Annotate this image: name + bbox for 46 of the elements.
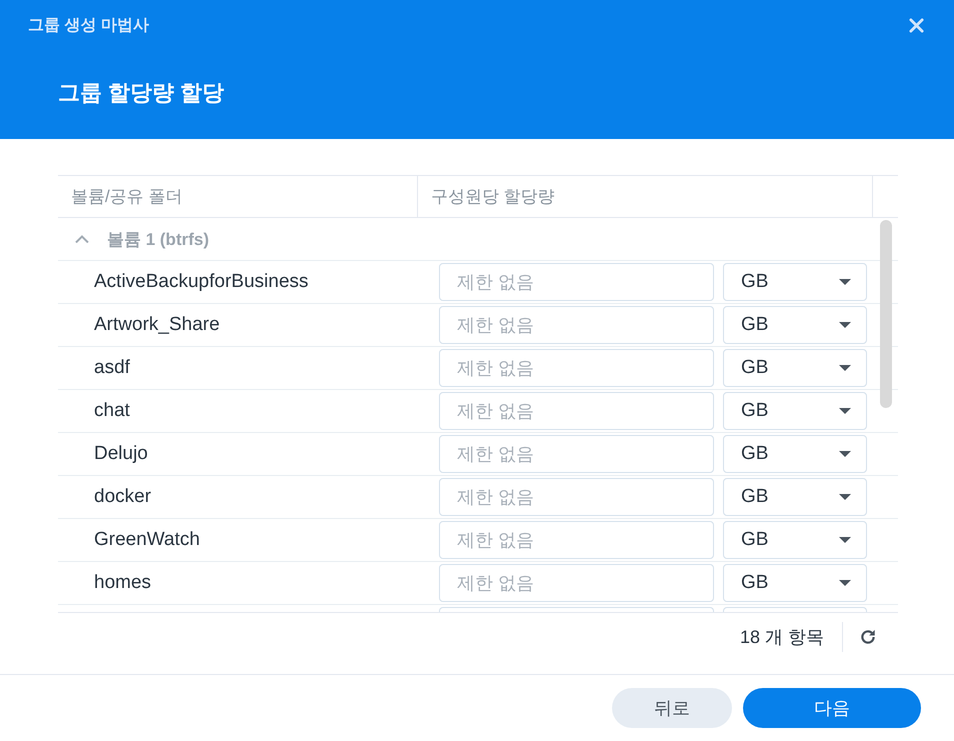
caret-icon [839,365,851,371]
window-title: 그룹 생성 마법사 [28,16,149,36]
chevron-icon[interactable] [75,235,89,243]
quota-input[interactable]: 제한 없음 [439,564,714,602]
caret-icon [839,322,851,328]
shared-folder-name: asdf [93,357,131,379]
column-header: 구성원당 할당량 [431,186,555,208]
page-heading: 그룹 할당량 할당 [57,79,226,107]
column-header: 볼륨/공유 폴더 [71,186,182,208]
caret-icon [839,494,851,500]
shared-folder-name: GreenWatch [93,529,201,551]
unit-select[interactable]: GB [723,306,867,344]
quota-input[interactable]: 제한 없음 [439,478,714,516]
unit-select[interactable] [723,607,867,612]
shared-folder-name: chat [93,400,131,422]
caret-icon [839,537,851,543]
shared-folder-name: homes [93,572,152,594]
unit-select[interactable]: GB [723,349,867,387]
quota-input[interactable]: 제한 없음 [439,263,714,301]
unit-select[interactable]: GB [723,564,867,602]
quota-input[interactable]: 제한 없음 [439,306,714,344]
quota-input[interactable] [439,607,714,612]
caret-icon [839,451,851,457]
quota-input[interactable]: 제한 없음 [439,435,714,473]
volume-group-label: 볼륨 1 (btrfs) [107,228,209,250]
shared-folder-name: ActiveBackupforBusiness [93,271,310,293]
item-count: 18 개 항목 [740,626,824,649]
quota-input[interactable]: 제한 없음 [439,392,714,430]
unit-select[interactable]: GB [723,521,867,559]
quota-input[interactable]: 제한 없음 [439,521,714,559]
shared-folder-name: Artwork_Share [93,314,221,336]
unit-select[interactable]: GB [723,263,867,301]
shared-folder-name: Delujo [93,443,149,465]
caret-icon [839,580,851,586]
unit-select[interactable]: GB [723,392,867,430]
quota-input[interactable]: 제한 없음 [439,349,714,387]
scrollbar-thumb[interactable] [880,220,892,408]
unit-select[interactable]: GB [723,478,867,516]
refresh-icon[interactable] [859,628,877,646]
close-icon[interactable] [909,18,924,32]
back-button[interactable]: 뒤로 [612,688,732,728]
shared-folder-name: docker [93,486,152,508]
caret-icon [839,279,851,285]
next-button[interactable]: 다음 [743,688,921,728]
caret-icon [839,408,851,414]
unit-select[interactable]: GB [723,435,867,473]
